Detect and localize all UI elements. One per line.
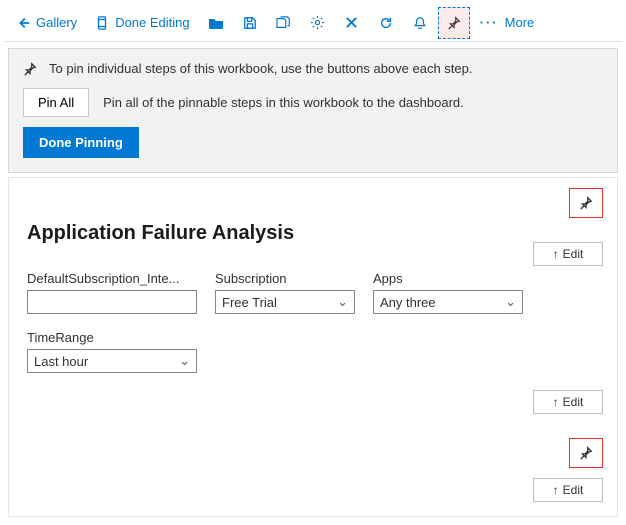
step-pin-button[interactable] (569, 438, 603, 468)
more-label: More (505, 15, 535, 30)
more-button[interactable]: ··· More (472, 7, 543, 39)
param-apps-select[interactable]: Any three ⌄ (373, 290, 523, 314)
folder-icon (208, 16, 224, 30)
pin-icon (23, 62, 37, 76)
toolbar: Gallery Done Editing (4, 4, 622, 42)
chevron-down-icon: ⌄ (179, 353, 190, 369)
edit-step-button[interactable]: ↑ Edit (533, 390, 603, 414)
ellipsis-icon: ··· (480, 15, 499, 30)
chevron-down-icon: ⌄ (505, 294, 516, 310)
edit-step-button[interactable]: ↑ Edit (533, 242, 603, 266)
alert-button[interactable] (404, 7, 436, 39)
arrow-left-icon (16, 16, 30, 30)
param-subscription: Subscription Free Trial ⌄ (215, 271, 355, 314)
close-icon (345, 16, 358, 29)
refresh-button[interactable] (370, 7, 402, 39)
param-value: Any three (380, 295, 436, 310)
device-icon (95, 16, 109, 30)
param-label: Subscription (215, 271, 355, 286)
save-copy-button[interactable] (268, 7, 300, 39)
parameters-row: DefaultSubscription_Inte... Subscription… (27, 271, 547, 373)
step-pin-button[interactable] (569, 188, 603, 218)
done-editing-button[interactable]: Done Editing (87, 7, 197, 39)
save-button[interactable] (234, 7, 266, 39)
edit-label: Edit (563, 483, 584, 497)
param-label: DefaultSubscription_Inte... (27, 271, 197, 286)
param-timerange-select[interactable]: Last hour ⌄ (27, 349, 197, 373)
param-label: TimeRange (27, 330, 197, 345)
discard-button[interactable] (336, 7, 368, 39)
done-editing-label: Done Editing (115, 15, 189, 30)
chevron-down-icon: ⌄ (337, 294, 348, 310)
edit-label: Edit (563, 395, 584, 409)
bell-icon (413, 16, 427, 30)
edit-step-button[interactable]: ↑ Edit (533, 478, 603, 502)
pin-icon (447, 16, 461, 30)
save-copy-icon (276, 16, 292, 30)
page-title: Application Failure Analysis (27, 222, 599, 245)
refresh-icon (379, 16, 393, 30)
arrow-up-icon: ↑ (553, 247, 559, 261)
settings-button[interactable] (302, 7, 334, 39)
pin-notice-panel: To pin individual steps of this workbook… (8, 48, 618, 173)
done-pinning-button[interactable]: Done Pinning (23, 127, 139, 158)
workbook-content: ↑ Edit Application Failure Analysis Defa… (8, 177, 618, 517)
param-value: Last hour (34, 354, 88, 369)
pin-notice-text: To pin individual steps of this workbook… (49, 61, 472, 76)
open-button[interactable] (200, 7, 232, 39)
param-timerange: TimeRange Last hour ⌄ (27, 330, 197, 373)
pin-mode-button[interactable] (438, 7, 470, 39)
param-default-subscription-select[interactable] (27, 290, 197, 314)
pin-icon (579, 196, 593, 210)
param-default-subscription: DefaultSubscription_Inte... (27, 271, 197, 314)
param-subscription-select[interactable]: Free Trial ⌄ (215, 290, 355, 314)
save-icon (243, 16, 257, 30)
param-value: Free Trial (222, 295, 277, 310)
pin-all-button[interactable]: Pin All (23, 88, 89, 117)
arrow-up-icon: ↑ (553, 483, 559, 497)
edit-label: Edit (563, 247, 584, 261)
back-gallery-button[interactable]: Gallery (8, 7, 85, 39)
gear-icon (310, 15, 325, 30)
pin-icon (579, 446, 593, 460)
param-label: Apps (373, 271, 523, 286)
pin-all-description: Pin all of the pinnable steps in this wo… (103, 95, 464, 110)
arrow-up-icon: ↑ (553, 395, 559, 409)
back-gallery-label: Gallery (36, 15, 77, 30)
param-apps: Apps Any three ⌄ (373, 271, 523, 314)
